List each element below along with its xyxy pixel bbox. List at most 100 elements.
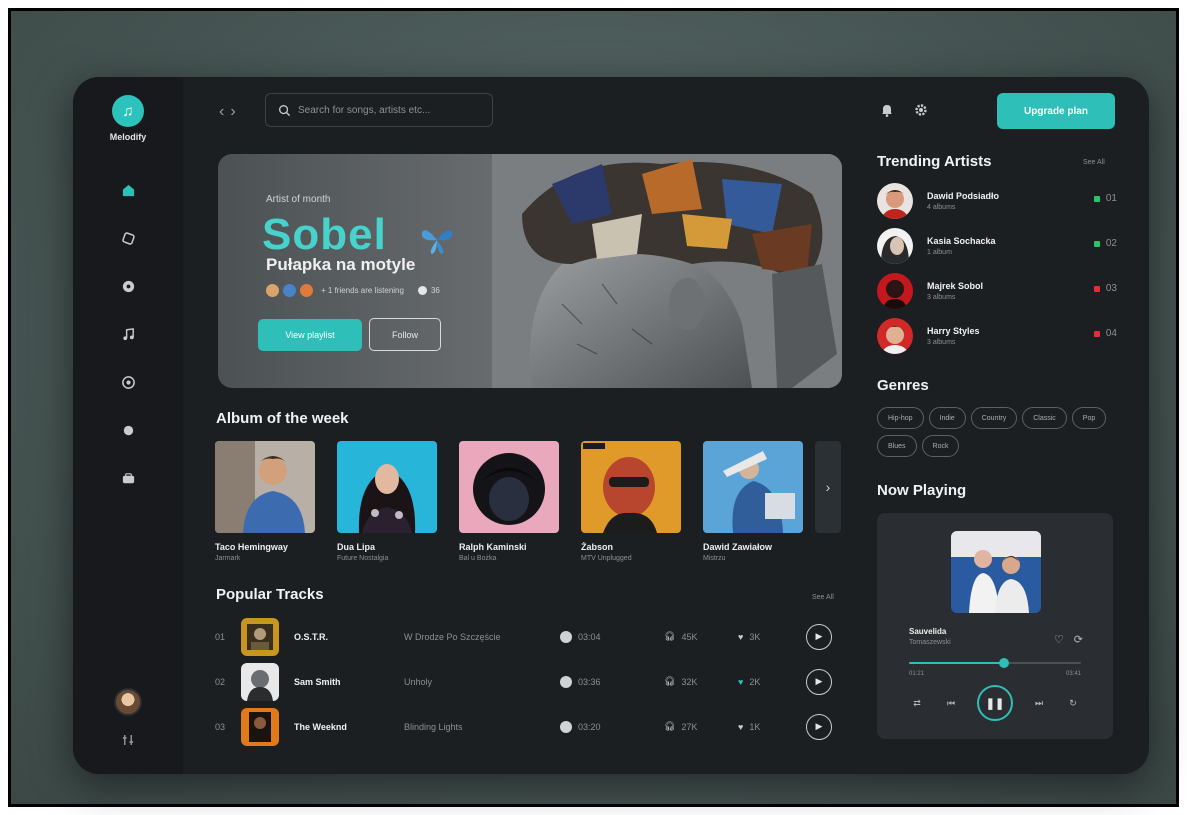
now-playing-cover [951, 531, 1041, 613]
clock-icon [560, 630, 572, 643]
genre-chip[interactable]: Indie [928, 407, 966, 429]
play-button[interactable]: ▶ [806, 713, 832, 740]
album-card[interactable]: Żabson MTV Unplugged [581, 441, 681, 562]
likes-value: 1K [749, 721, 761, 732]
track-likes[interactable]: ♥ 2K [738, 677, 806, 687]
sidebar-item-music[interactable] [117, 322, 139, 346]
sidebar-item-radio[interactable] [117, 370, 139, 394]
track-cover [241, 707, 279, 746]
album-name: Dua Lipa [337, 542, 376, 552]
likes-count: 36 [430, 286, 440, 295]
album-card[interactable]: Dawid Zawiałow Mistrzu [703, 441, 803, 562]
genre-chip[interactable]: Hip-hop [877, 407, 924, 429]
rank-value: 01 [1105, 193, 1117, 204]
sidebar-item-browse[interactable] [117, 226, 139, 250]
list-item[interactable]: Majrek Sobol 3 albums 03 [877, 271, 1117, 311]
track-likes[interactable]: ♥ 3K [738, 632, 806, 642]
list-item[interactable]: Harry Styles 3 albums 04 [877, 316, 1117, 356]
play-icon: ▶ [815, 631, 823, 641]
progress-bar[interactable] [909, 658, 1081, 668]
list-item[interactable]: Kasia Sochacka 1 album 02 [877, 226, 1117, 266]
track-duration: 03:04 [560, 630, 664, 643]
next-icon[interactable]: ⏭ [1031, 698, 1047, 709]
sidebar-item-library[interactable] [117, 466, 139, 490]
hero-listeners: + 1 friends are listening 36 [266, 284, 440, 297]
user-avatar[interactable] [114, 688, 142, 716]
clock-icon [560, 675, 572, 688]
track-cover [241, 617, 279, 656]
share-icon[interactable]: ⟳ [1074, 633, 1083, 646]
app-window: ♫ Melodify ‹› Search for songs, artists … [73, 77, 1149, 774]
sidebar-item-home[interactable] [117, 178, 139, 202]
time-elapsed: 01:21 [909, 671, 925, 677]
chevron-right-icon[interactable]: › [815, 441, 841, 533]
album-card[interactable]: Dua Lipa Future Nostalgia [337, 441, 437, 562]
play-button[interactable]: ▶ [806, 623, 832, 650]
table-row[interactable]: 03 The Weeknd Blinding Lights 03:20 🎧︎ 27… [215, 704, 845, 749]
genre-chip[interactable]: Country [970, 407, 1018, 429]
play-button[interactable]: ▶ [806, 668, 832, 695]
duration-value: 03:04 [578, 631, 601, 642]
sidebar-item-albums[interactable] [117, 274, 139, 298]
duration-value: 03:20 [578, 721, 601, 732]
view-playlist-button[interactable]: View playlist [258, 319, 362, 351]
rank-value: 03 [1105, 283, 1117, 294]
album-cover [215, 441, 315, 533]
genre-chip[interactable]: Pop [1071, 407, 1107, 429]
album-subtitle: Future Nostalgia [337, 555, 389, 562]
trending-see-all-link[interactable]: See All [1083, 159, 1105, 166]
genres-section-title: Genres [877, 377, 929, 394]
shuffle-icon[interactable]: ⇄ [909, 698, 925, 709]
likes-value: 2K [749, 676, 761, 687]
now-playing-track: Sauvelida [909, 627, 947, 636]
repeat-icon[interactable]: ↻ [1065, 698, 1081, 709]
sidebar-nav [117, 178, 139, 490]
table-row[interactable]: 01 O.S.T.R. W Drodze Po Szczęście 03:04 … [215, 614, 845, 659]
listener-avatar [283, 284, 296, 297]
podcast-icon [123, 425, 133, 435]
track-title: W Drodze Po Szczęście [404, 631, 501, 642]
genre-chip[interactable]: Rock [921, 435, 960, 457]
previous-icon[interactable]: ⏮ [943, 698, 959, 709]
avatar [877, 273, 913, 309]
track-likes[interactable]: ♥ 1K [738, 722, 806, 732]
like-icon[interactable]: ♡ [1054, 633, 1064, 646]
featured-artist-banner: Artist of month Sobel Pułapka na motyle … [218, 154, 842, 388]
album-card[interactable]: Ralph Kaminski Bal u Bożka [459, 441, 559, 562]
pause-icon: ❚❚ [985, 697, 1005, 710]
chevron-right-icon[interactable]: › [230, 103, 241, 120]
pause-button[interactable]: ❚❚ [977, 685, 1013, 721]
compass-icon [121, 231, 135, 245]
music-note-icon[interactable]: ♫ [112, 95, 144, 127]
genre-chip[interactable]: Blues [877, 435, 917, 457]
table-row[interactable]: 02 Sam Smith Unholy 03:36 🎧︎ 32K ♥ 2K ▶ [215, 659, 845, 704]
chevron-left-icon[interactable]: ‹ [219, 103, 230, 120]
search-input[interactable]: Search for songs, artists etc... [265, 93, 493, 127]
genre-chip[interactable]: Classic [1022, 407, 1067, 429]
artist-subtitle: 3 albums [927, 339, 956, 346]
album-name: Dawid Zawiałow [703, 542, 773, 552]
track-listens: 🎧︎ 45K [664, 631, 738, 642]
home-icon [122, 184, 134, 196]
track-duration: 03:20 [560, 720, 664, 733]
likes-value: 3K [749, 631, 761, 642]
artist-rank: 03 [1093, 283, 1117, 294]
artist-rank: 02 [1093, 238, 1117, 249]
album-card[interactable]: Taco Hemingway Jarmark [215, 441, 315, 562]
hero-subtitle: Pułapka na motyle [266, 255, 416, 274]
sidebar-item-podcast[interactable] [117, 418, 139, 442]
tracks-see-all-link[interactable]: See All [812, 594, 834, 601]
trending-section-title: Trending Artists [877, 153, 992, 170]
list-item[interactable]: Dawid Podsiadło 4 albums 01 [877, 181, 1117, 221]
album-subtitle: MTV Unplugged [581, 555, 632, 562]
sidebar: ♫ Melodify [73, 77, 183, 774]
artist-name: Dawid Podsiadło [927, 191, 1000, 201]
sidebar-bottom [114, 688, 142, 746]
progress-handle[interactable] [998, 658, 1009, 668]
settings-icon[interactable] [122, 734, 134, 746]
track-duration: 03:36 [560, 675, 664, 688]
follow-button[interactable]: Follow [369, 318, 441, 351]
library-icon [122, 472, 134, 483]
search-placeholder: Search for songs, artists etc... [298, 104, 431, 116]
artist-subtitle: 3 albums [927, 294, 956, 301]
